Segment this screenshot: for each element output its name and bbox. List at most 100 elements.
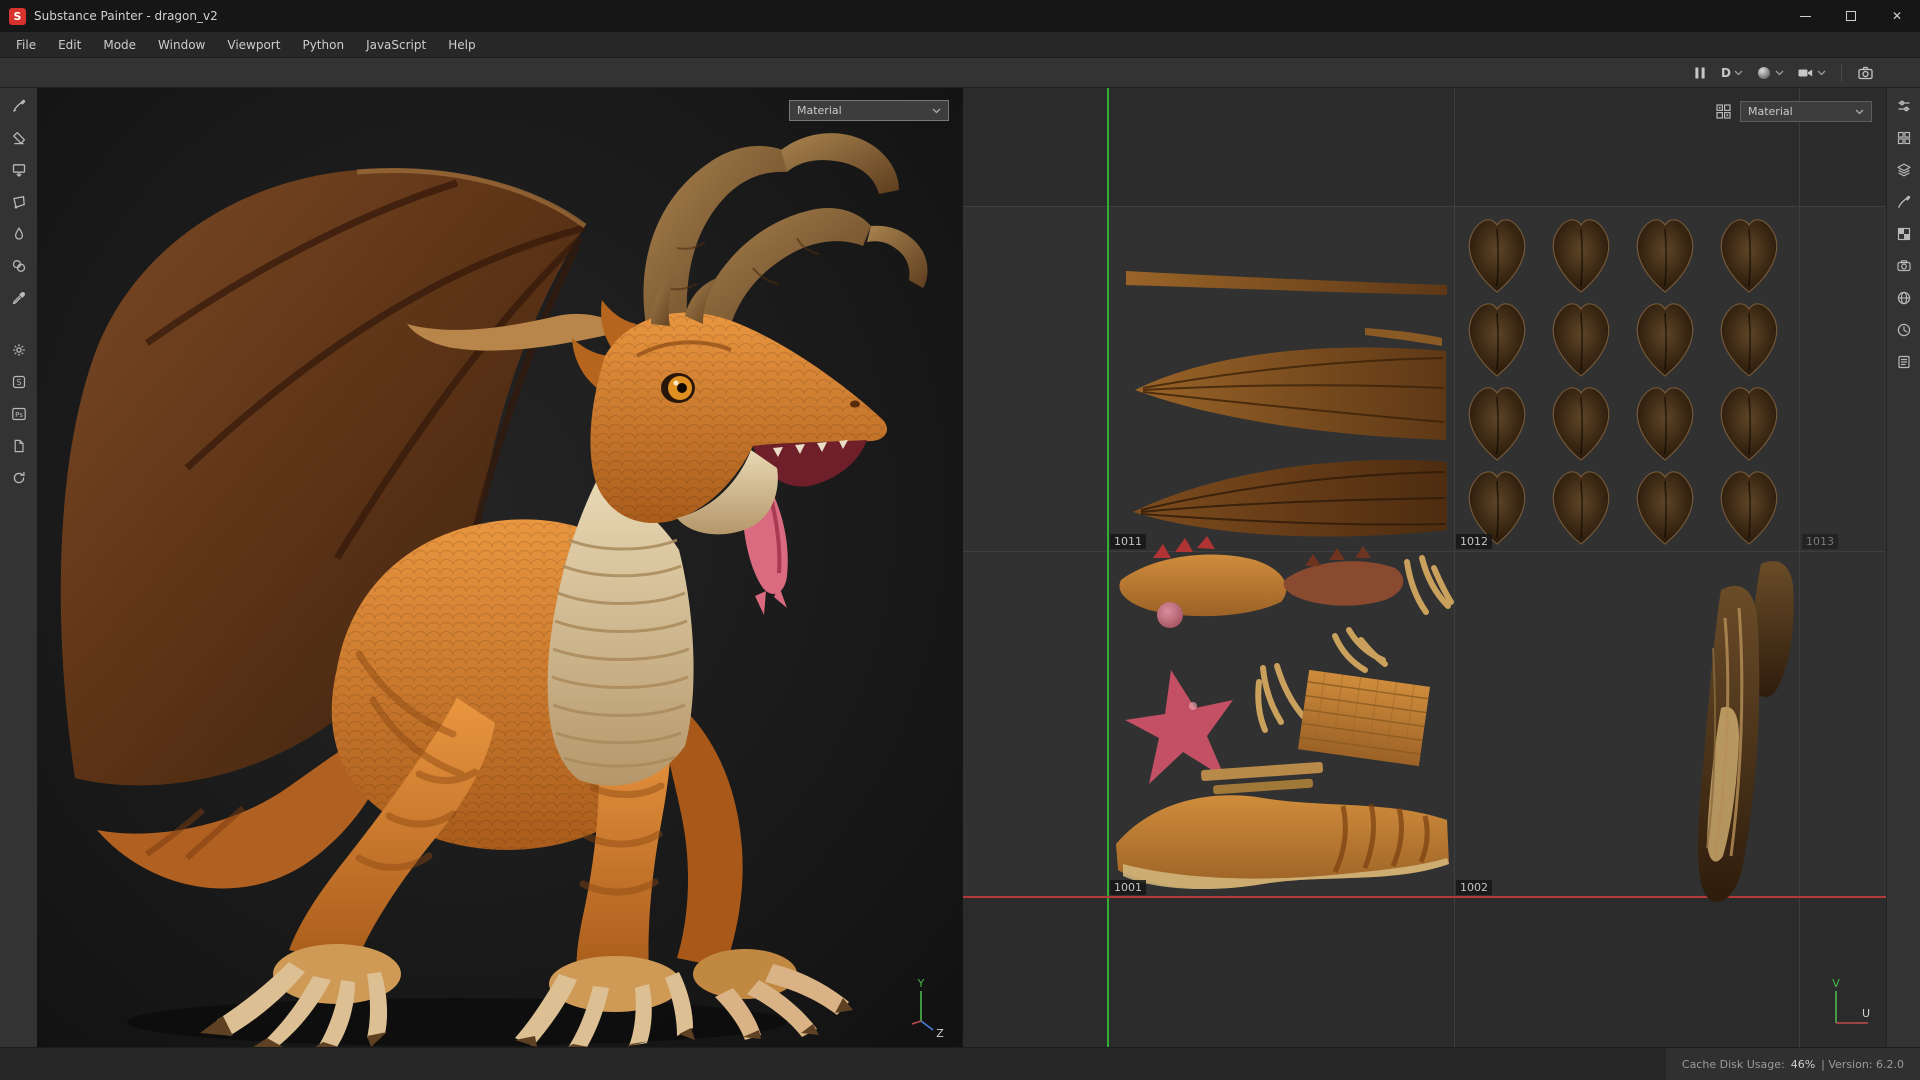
- window-title: Substance Painter - dragon_v2: [34, 9, 218, 23]
- checker-icon: [1896, 226, 1912, 242]
- photoshop-export-plugin-button[interactable]: Ps: [6, 401, 32, 427]
- material-mode-value: Material: [797, 104, 842, 117]
- brush-icon: [1896, 194, 1912, 210]
- menu-edit[interactable]: Edit: [47, 32, 92, 58]
- environment-panel-button[interactable]: [1891, 285, 1917, 311]
- globe-icon: [1896, 290, 1912, 306]
- maximize-icon: [1846, 11, 1856, 21]
- log-panel-button[interactable]: [1891, 349, 1917, 375]
- uv-island-body-parts: [1116, 536, 1451, 889]
- chevron-down-icon: [1817, 70, 1826, 76]
- material-mode-value: Material: [1748, 105, 1793, 118]
- menu-viewport[interactable]: Viewport: [216, 32, 291, 58]
- menu-window[interactable]: Window: [147, 32, 216, 58]
- display-mode-dropdown[interactable]: D: [1721, 62, 1743, 84]
- maximize-button[interactable]: [1828, 0, 1874, 32]
- substance-painter-logo-icon: S: [9, 8, 26, 25]
- camera-icon: [1896, 258, 1912, 274]
- uv-tile-filter-icon[interactable]: [1715, 103, 1732, 120]
- substance-share-plugin-button[interactable]: S: [6, 369, 32, 395]
- chevron-down-icon: [1734, 70, 1743, 76]
- uv-islands: [963, 88, 1886, 1047]
- viewport-uv[interactable]: 1011 1012 1013 1001 1002 Material: [961, 88, 1886, 1047]
- version-text: | Version: 6.2.0: [1821, 1058, 1904, 1071]
- udim-label-1013: 1013: [1802, 534, 1838, 549]
- history-panel-button[interactable]: [1891, 317, 1917, 343]
- substance-badge-icon: S: [11, 374, 27, 390]
- smudge-tool-button[interactable]: [6, 221, 32, 247]
- polygon-fill-tool-button[interactable]: [6, 189, 32, 215]
- shading-mode-dropdown[interactable]: [1756, 62, 1784, 84]
- clock-icon: [1896, 322, 1912, 338]
- projection-tool-button[interactable]: [6, 157, 32, 183]
- dragon-rear-leg: [657, 688, 853, 1040]
- udim-label-1011: 1011: [1110, 534, 1146, 549]
- viewport3d-header: Material: [789, 100, 949, 121]
- toolbar-separator: [1841, 64, 1842, 82]
- clone-stamp-icon: [11, 258, 27, 274]
- camera-panel-button[interactable]: [1891, 253, 1917, 279]
- paint-tool-button[interactable]: [6, 93, 32, 119]
- chevron-down-icon: [1775, 70, 1784, 76]
- udim-label-1001: 1001: [1110, 880, 1146, 895]
- menu-javascript[interactable]: JavaScript: [355, 32, 437, 58]
- display-mode-label: D: [1721, 66, 1731, 80]
- brush-settings-panel-button[interactable]: [1891, 189, 1917, 215]
- tools-sidebar: S Ps: [0, 88, 37, 1047]
- chevron-down-icon: [932, 108, 941, 114]
- material-sphere-icon: [1756, 65, 1772, 81]
- video-camera-icon: [1797, 65, 1814, 81]
- settings-plugin-button[interactable]: [6, 337, 32, 363]
- dragon-3d-model: [37, 88, 961, 1047]
- minimize-button[interactable]: [1782, 0, 1828, 32]
- chevron-down-icon: [1855, 109, 1864, 115]
- screenshot-camera-icon: [1857, 65, 1874, 81]
- screenshot-button[interactable]: [1857, 62, 1874, 84]
- dragon-eye: [661, 373, 695, 403]
- viewport-toolbar: D: [0, 58, 1920, 88]
- close-button[interactable]: ✕: [1874, 0, 1920, 32]
- svg-text:Ps: Ps: [15, 411, 23, 419]
- close-icon: ✕: [1892, 9, 1902, 23]
- menu-bar: File Edit Mode Window Viewport Python Ja…: [0, 32, 1920, 58]
- material-mode-dropdown-3d[interactable]: Material: [789, 100, 949, 121]
- projection-icon: [11, 162, 27, 178]
- title-bar: S Substance Painter - dragon_v2 ✕: [0, 0, 1920, 32]
- viewport-3d[interactable]: Material Y Z: [37, 88, 961, 1047]
- menu-help[interactable]: Help: [437, 32, 486, 58]
- layers-panel-button[interactable]: [1891, 157, 1917, 183]
- layers-icon: [1896, 162, 1912, 178]
- eraser-icon: [11, 130, 27, 146]
- smudge-icon: [11, 226, 27, 242]
- uv-island-wing-membranes: [1126, 271, 1447, 536]
- display-settings-panel-button[interactable]: [1891, 93, 1917, 119]
- clone-tool-button[interactable]: [6, 253, 32, 279]
- material-mode-dropdown-uv[interactable]: Material: [1740, 101, 1872, 122]
- udim-label-1002: 1002: [1456, 880, 1492, 895]
- status-bar: Cache Disk Usage: 46% | Version: 6.2.0: [0, 1047, 1920, 1080]
- viewport-toolbar-right-group: D: [1692, 62, 1874, 84]
- camera-mode-dropdown[interactable]: [1797, 62, 1826, 84]
- refresh-icon: [11, 470, 27, 486]
- grid-icon: [1896, 130, 1912, 146]
- pause-engine-button[interactable]: [1692, 62, 1708, 84]
- cache-disk-usage-label: Cache Disk Usage:: [1682, 1058, 1785, 1071]
- cache-disk-usage-value: 46%: [1791, 1058, 1815, 1071]
- svg-text:Y: Y: [917, 977, 925, 990]
- logo-letter: S: [14, 10, 22, 23]
- dragon-nostril: [850, 401, 860, 408]
- texture-set-panel-button[interactable]: [1891, 221, 1917, 247]
- updater-plugin-button[interactable]: [6, 465, 32, 491]
- axis-gizmo-3d: Y Z: [897, 977, 949, 1039]
- material-picker-tool-button[interactable]: [6, 285, 32, 311]
- resources-plugin-button[interactable]: [6, 433, 32, 459]
- menu-file[interactable]: File: [5, 32, 47, 58]
- assets-panel-button[interactable]: [1891, 125, 1917, 151]
- menu-mode[interactable]: Mode: [92, 32, 147, 58]
- menu-python[interactable]: Python: [291, 32, 355, 58]
- gear-icon: [11, 342, 27, 358]
- svg-text:U: U: [1862, 1007, 1870, 1020]
- uv-island-horns: [1698, 561, 1794, 902]
- svg-text:S: S: [16, 378, 21, 387]
- eraser-tool-button[interactable]: [6, 125, 32, 151]
